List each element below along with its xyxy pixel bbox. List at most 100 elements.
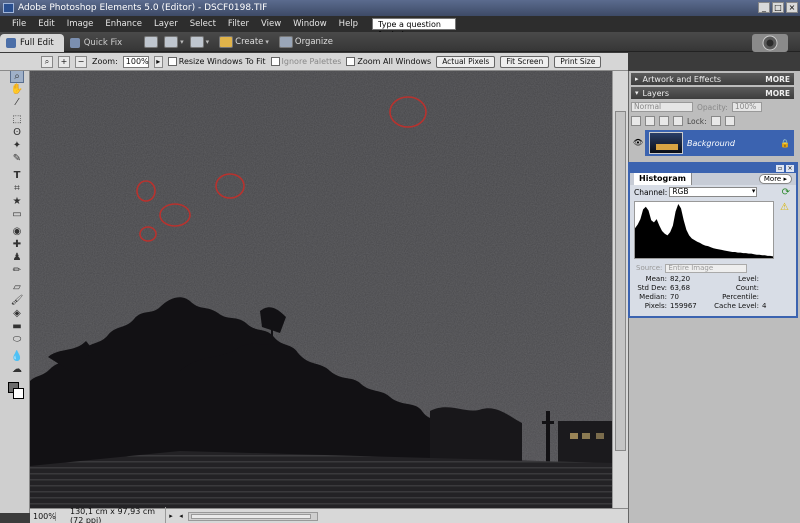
minimize-button[interactable]: _ bbox=[758, 2, 770, 13]
magic-wand-tool[interactable]: ✦ bbox=[10, 139, 24, 152]
duplicate-layer-icon[interactable] bbox=[659, 116, 669, 126]
pixels-value: 159967 bbox=[670, 302, 697, 310]
vertical-scroll-thumb[interactable] bbox=[615, 111, 626, 451]
resize-windows-label: Resize Windows To Fit bbox=[178, 57, 266, 66]
red-eye-tool[interactable]: ◉ bbox=[10, 225, 24, 238]
artwork-more-button[interactable]: MORE bbox=[765, 75, 790, 84]
channel-select[interactable]: RGB bbox=[669, 187, 758, 197]
layer-row-background[interactable]: 👁 Background 🔒 bbox=[631, 130, 794, 156]
type-tool[interactable]: T bbox=[10, 169, 24, 182]
full-edit-icon bbox=[6, 37, 16, 48]
print-size-button[interactable]: Print Size bbox=[554, 55, 602, 68]
share-button[interactable]: ▾ bbox=[189, 35, 209, 48]
menu-window[interactable]: Window bbox=[287, 19, 333, 29]
median-label: Median: bbox=[639, 293, 667, 301]
cache-level-label: Cache Level: bbox=[714, 302, 759, 310]
source-select[interactable]: Entire Image bbox=[665, 263, 748, 273]
median-value: 70 bbox=[670, 293, 679, 301]
crop-tool[interactable]: ⌗ bbox=[10, 182, 24, 195]
tab-full-edit[interactable]: Full Edit bbox=[0, 33, 64, 52]
delete-layer-icon[interactable] bbox=[673, 116, 683, 126]
actual-pixels-button[interactable]: Actual Pixels bbox=[436, 55, 496, 68]
layers-more-button[interactable]: MORE bbox=[765, 89, 790, 98]
sponge-tool[interactable]: ☁ bbox=[10, 363, 24, 376]
blur-tool[interactable]: 💧 bbox=[10, 350, 24, 363]
create-button[interactable]: Create ▾ bbox=[219, 35, 269, 48]
menu-help[interactable]: Help bbox=[333, 19, 364, 29]
status-menu-arrow-icon[interactable]: ▸ bbox=[166, 512, 176, 520]
selection-brush-tool[interactable]: ✎ bbox=[10, 152, 24, 165]
histogram-titlebar[interactable]: ▫ × bbox=[630, 164, 796, 173]
marquee-tool[interactable]: ⬚ bbox=[10, 113, 24, 126]
maximize-button[interactable]: □ bbox=[772, 2, 784, 13]
quick-fix-icon bbox=[69, 37, 80, 48]
background-color[interactable] bbox=[13, 388, 24, 399]
color-swatches[interactable] bbox=[8, 382, 26, 400]
print-button[interactable] bbox=[144, 35, 159, 48]
visibility-eye-icon[interactable]: 👁 bbox=[631, 130, 645, 156]
zoom-in-icon[interactable]: + bbox=[58, 55, 70, 68]
gradient-tool[interactable]: ▬ bbox=[10, 320, 24, 333]
cookie-cutter-tool[interactable]: ★ bbox=[10, 195, 24, 208]
blend-mode-select[interactable]: Normal bbox=[631, 102, 693, 112]
vertical-scrollbar[interactable] bbox=[612, 71, 628, 508]
artwork-effects-header[interactable]: ▸ Artwork and Effects MORE bbox=[631, 73, 794, 85]
scroll-left-icon[interactable]: ◂ bbox=[176, 512, 186, 520]
zoom-tool[interactable]: ⌕ bbox=[10, 70, 24, 83]
opacity-input[interactable]: 100% bbox=[731, 102, 762, 112]
layers-header[interactable]: ▾ Layers MORE bbox=[631, 87, 794, 99]
refresh-icon[interactable]: ⟳ bbox=[782, 187, 790, 198]
menu-image[interactable]: Image bbox=[61, 19, 100, 29]
organize-button[interactable]: Organize bbox=[278, 35, 333, 48]
adjustment-layer-icon[interactable] bbox=[645, 116, 655, 126]
paint-bucket-tool[interactable]: ◈ bbox=[10, 307, 24, 320]
zoom-input[interactable]: 100% bbox=[122, 55, 149, 68]
lock-transparency-icon[interactable] bbox=[710, 116, 721, 126]
zoom-out-icon[interactable]: − bbox=[75, 55, 87, 68]
lock-all-icon[interactable] bbox=[724, 116, 735, 126]
photo-bin-button[interactable]: ▾ bbox=[164, 35, 184, 48]
ignore-palettes-checkbox[interactable]: Ignore Palettes bbox=[270, 57, 341, 66]
menu-select[interactable]: Select bbox=[184, 19, 222, 29]
menu-enhance[interactable]: Enhance bbox=[99, 19, 148, 29]
level-label: Level: bbox=[738, 275, 759, 283]
zoom-all-windows-checkbox[interactable]: Zoom All Windows bbox=[346, 57, 431, 66]
options-bar: ⌕ + − Zoom: 100% ▸ Resize Windows To Fit… bbox=[0, 53, 628, 71]
new-layer-icon[interactable] bbox=[631, 116, 641, 126]
app-icon bbox=[3, 3, 14, 13]
menu-file[interactable]: File bbox=[6, 19, 32, 29]
histogram-more-button[interactable]: More ▸ bbox=[758, 174, 792, 184]
histogram-close-icon[interactable]: × bbox=[786, 165, 794, 172]
eyedropper-tool[interactable]: ⁄ bbox=[10, 96, 24, 109]
tab-quick-fix[interactable]: Quick Fix bbox=[64, 34, 132, 52]
status-zoom[interactable]: 100% bbox=[30, 511, 56, 521]
eraser-tool[interactable]: ▱ bbox=[10, 281, 24, 294]
spot-healing-tool[interactable]: ✚ bbox=[10, 238, 24, 251]
help-search-input[interactable]: Type a question for help bbox=[372, 18, 457, 39]
cache-level-value: 4 bbox=[762, 302, 767, 310]
histogram-minimize-icon[interactable]: ▫ bbox=[776, 165, 784, 172]
horizontal-scroll-thumb[interactable] bbox=[191, 513, 311, 519]
lasso-tool[interactable]: ʘ bbox=[10, 126, 24, 139]
clone-stamp-tool[interactable]: ♟ bbox=[10, 251, 24, 264]
hand-tool[interactable]: ✋ bbox=[10, 83, 24, 96]
resize-windows-checkbox[interactable]: Resize Windows To Fit bbox=[167, 57, 266, 66]
layer-lock-icon: 🔒 bbox=[780, 138, 790, 148]
histogram-tab[interactable]: Histogram bbox=[634, 173, 692, 185]
zoom-slider-arrow-icon[interactable]: ▸ bbox=[153, 55, 163, 68]
menu-edit[interactable]: Edit bbox=[32, 19, 60, 29]
title-bar: Adobe Photoshop Elements 5.0 (Editor) - … bbox=[0, 0, 800, 16]
menu-view[interactable]: View bbox=[255, 19, 287, 29]
menu-filter[interactable]: Filter bbox=[222, 19, 255, 29]
create-label: Create bbox=[235, 36, 264, 47]
close-button[interactable]: × bbox=[786, 2, 798, 13]
document-canvas[interactable] bbox=[30, 71, 612, 508]
menu-layer[interactable]: Layer bbox=[148, 19, 184, 29]
shape-tool[interactable]: ⬭ bbox=[10, 333, 24, 346]
photo-bin-icon bbox=[164, 35, 179, 48]
horizontal-scrollbar[interactable] bbox=[188, 511, 318, 521]
fit-screen-button[interactable]: Fit Screen bbox=[500, 55, 550, 68]
pencil-tool[interactable]: ✏ bbox=[10, 264, 24, 277]
straighten-tool[interactable]: ▭ bbox=[10, 208, 24, 221]
brush-tool[interactable]: 🖌 bbox=[10, 294, 24, 307]
